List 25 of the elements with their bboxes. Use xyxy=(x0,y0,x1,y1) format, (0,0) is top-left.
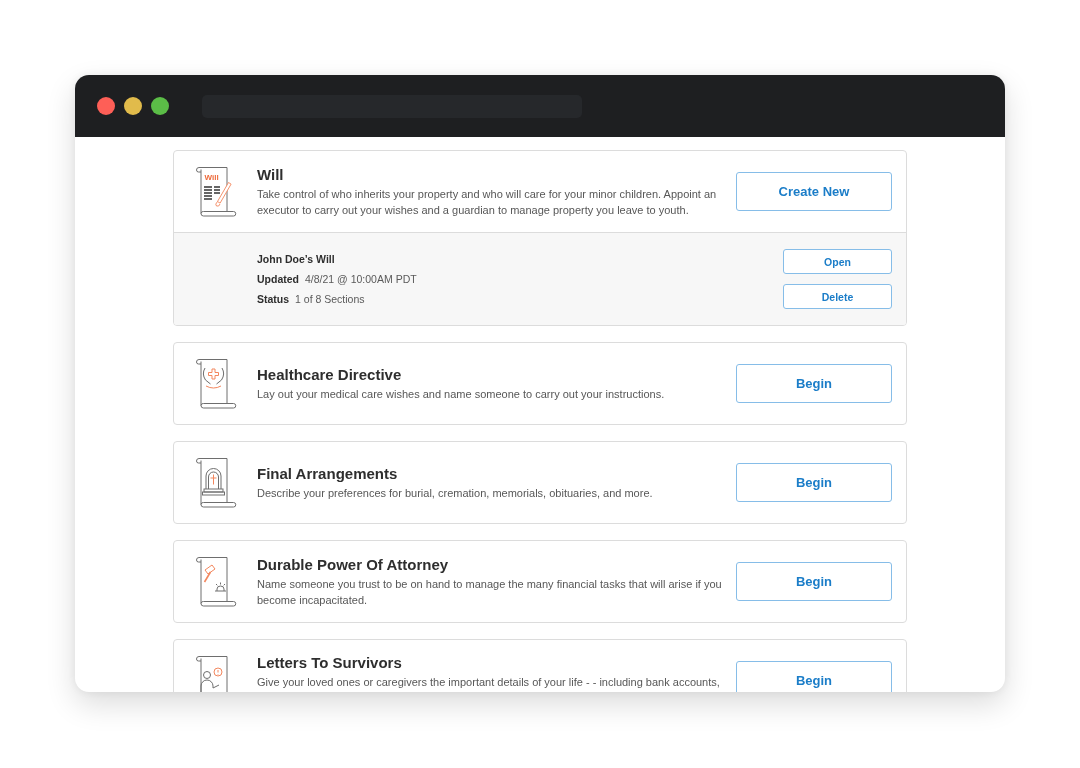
document-name: John Doe’s Will xyxy=(257,252,336,267)
card-description: Give your loved ones or caregivers the important details of your life - - including bank accounts, xyxy=(257,675,721,690)
card-title: Healthcare Directive xyxy=(257,365,403,385)
window-close-icon[interactable] xyxy=(97,97,115,115)
card-description: Take control of who inherits your property and who will care for your minor children. Appoint an executor to carry out your wishes and a guardian to manage property you leave to youth. xyxy=(257,187,718,218)
field-value: 4/8/21 @ 10:00AM PDT xyxy=(305,272,417,287)
card-title: Final Arrangements xyxy=(257,464,399,484)
action-button[interactable]: Begin xyxy=(736,463,892,502)
card-title: Durable Power Of Attorney xyxy=(257,555,450,575)
action-button[interactable]: Begin xyxy=(736,364,892,403)
document-action-button[interactable]: Delete xyxy=(783,284,892,309)
card-title: Letters To Survivors xyxy=(257,653,403,673)
field-label: Updated xyxy=(257,272,299,287)
card-title: Will xyxy=(257,165,285,185)
action-button[interactable]: Begin xyxy=(736,562,892,601)
card-description: Lay out your medical care wishes and name someone to carry out your instructions. xyxy=(257,387,666,402)
window-minimize-icon[interactable] xyxy=(124,97,142,115)
document-action-button[interactable]: Open xyxy=(783,249,892,274)
card-description: Describe your preferences for burial, cremation, memorials, obituaries, and more. xyxy=(257,486,654,501)
field-value: 1 of 8 Sections xyxy=(295,292,365,307)
action-button[interactable]: Create New xyxy=(736,172,892,211)
window-maximize-icon[interactable] xyxy=(151,97,169,115)
card-description: Name someone you trust to be on hand to manage the many financial tasks that will arise if you become incapacitated. xyxy=(257,577,723,608)
action-button[interactable]: Begin xyxy=(736,661,892,692)
field-label: Status xyxy=(257,292,290,307)
